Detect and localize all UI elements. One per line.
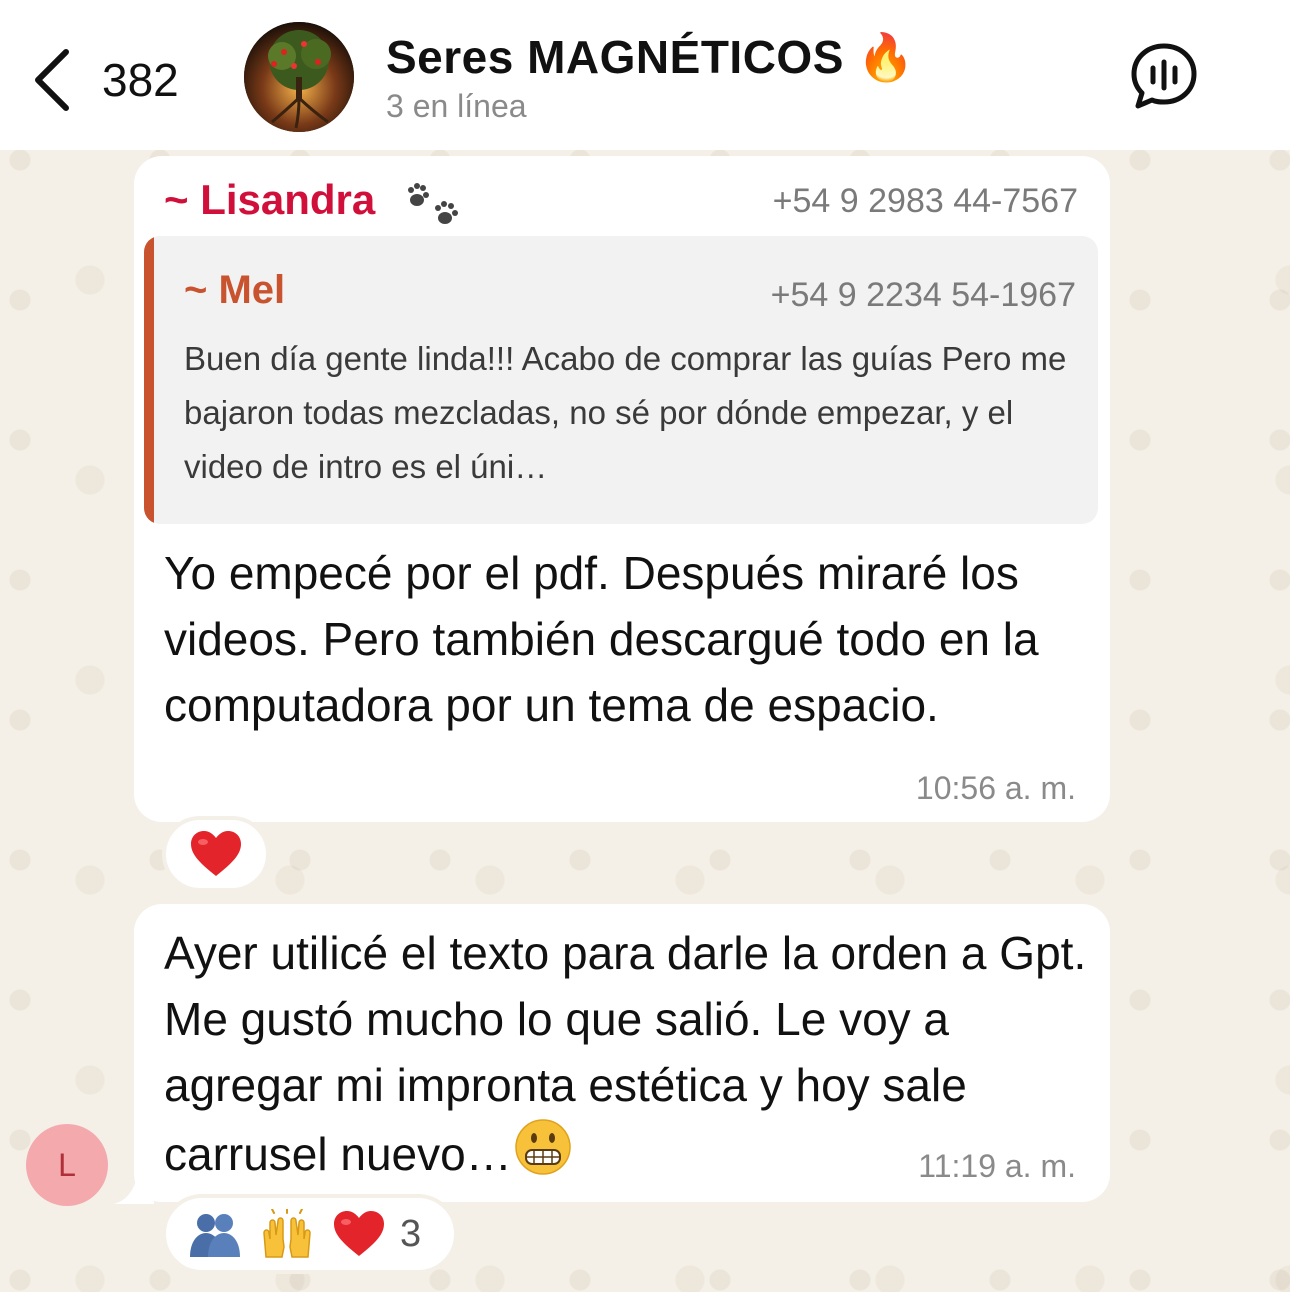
sender-avatar[interactable]: L: [26, 1124, 108, 1206]
chat-header: 382 Seres MAGNÉTICOS 🔥 3 en línea: [0, 0, 1290, 150]
raising-hands-icon: [263, 1209, 311, 1258]
people-hugging-icon: [190, 1214, 240, 1257]
chat-title[interactable]: Seres MAGNÉTICOS 🔥: [386, 30, 915, 85]
message-time: 10:56 a. m.: [915, 770, 1076, 806]
grimacing-face-icon: [514, 1119, 571, 1175]
chevron-left-icon: [35, 49, 69, 111]
paw-prints-icon: [407, 182, 458, 224]
reaction-count: 3: [400, 1212, 422, 1255]
online-status: 3 en línea: [386, 88, 527, 124]
group-avatar[interactable]: [244, 22, 354, 132]
red-heart-icon: [334, 1211, 384, 1256]
reactions-pill[interactable]: 3: [162, 1194, 458, 1274]
quoted-sender-name: ~ Mel: [184, 268, 286, 312]
message-bubble[interactable]: Ayer utilicé el texto para darle la orde…: [134, 904, 1110, 1202]
quoted-text: Buen día gente linda!!! Acabo de comprar…: [184, 340, 1067, 485]
quoted-sender-phone: +54 9 2234 54-1967: [770, 276, 1076, 314]
message-bubble[interactable]: ~ Lisandra +54 9 2983 44-7567 ~ Mel +54 …: [134, 156, 1110, 822]
quoted-message[interactable]: ~ Mel +54 9 2234 54-1967 Buen día gente …: [144, 236, 1098, 524]
red-heart-icon: [191, 831, 241, 876]
unread-count: 382: [102, 54, 179, 106]
message-time: 11:19 a. m.: [918, 1148, 1076, 1184]
voice-chat-icon: [1131, 43, 1197, 109]
voice-chat-button[interactable]: [1128, 40, 1200, 112]
message-text: Yo empecé por el pdf. Después miraré los…: [164, 547, 1039, 731]
quote-accent-bar: [144, 236, 154, 524]
sender-phone: +54 9 2983 44-7567: [772, 182, 1078, 220]
sender-name[interactable]: ~ Lisandra: [164, 176, 463, 228]
message-text: Ayer utilicé el texto para darle la orde…: [164, 927, 1087, 1180]
back-button[interactable]: 382: [30, 40, 210, 120]
reactions-pill[interactable]: [162, 816, 270, 892]
tree-avatar-icon: [244, 22, 354, 132]
